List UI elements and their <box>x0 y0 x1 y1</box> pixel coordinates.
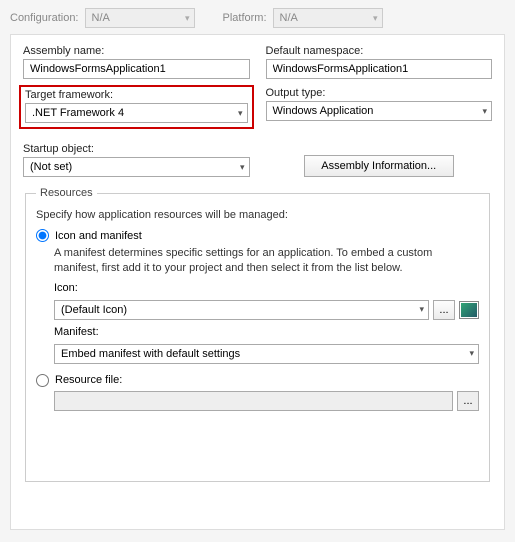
chevron-down-icon: ▾ <box>238 108 243 119</box>
resource-file-label: Resource file: <box>55 374 122 386</box>
platform-combo: N/A ▾ <box>273 8 383 28</box>
output-type-value: Windows Application <box>273 105 374 117</box>
configuration-value: N/A <box>92 12 110 24</box>
resource-file-input <box>54 391 453 411</box>
chevron-down-icon: ▾ <box>419 304 424 315</box>
resources-legend: Resources <box>36 187 97 199</box>
icon-label: Icon: <box>54 282 78 294</box>
default-namespace-input[interactable] <box>266 59 493 79</box>
chevron-down-icon: ▾ <box>373 13 378 24</box>
configuration-combo: N/A ▾ <box>85 8 195 28</box>
default-namespace-field: Default namespace: <box>266 45 493 79</box>
manifest-label: Manifest: <box>54 326 99 338</box>
output-type-field: Output type: Windows Application ▾ <box>266 87 493 135</box>
chevron-down-icon: ▾ <box>469 348 474 359</box>
resources-group: Resources Specify how application resour… <box>25 187 490 482</box>
output-type-combo[interactable]: Windows Application ▾ <box>266 101 493 121</box>
startup-object-label: Startup object: <box>23 143 250 155</box>
manifest-help-text: A manifest determines specific settings … <box>54 246 479 276</box>
output-type-label: Output type: <box>266 87 493 99</box>
target-framework-label: Target framework: <box>25 89 248 101</box>
configuration-label: Configuration: <box>10 12 79 24</box>
ellipsis-icon: ... <box>439 304 448 316</box>
chevron-down-icon: ▾ <box>482 106 487 117</box>
target-framework-value: .NET Framework 4 <box>32 107 124 119</box>
config-platform-bar: Configuration: N/A ▾ Platform: N/A ▾ <box>10 6 505 34</box>
startup-object-field: Startup object: (Not set) ▾ <box>23 143 250 177</box>
startup-object-combo[interactable]: (Not set) ▾ <box>23 157 250 177</box>
assembly-information-button[interactable]: Assembly Information... <box>304 155 454 177</box>
icon-and-manifest-label: Icon and manifest <box>55 230 142 242</box>
resources-description: Specify how application resources will b… <box>36 209 479 221</box>
icon-browse-button[interactable]: ... <box>433 300 455 320</box>
assembly-name-field: Assembly name: <box>23 45 250 79</box>
platform-label: Platform: <box>223 12 267 24</box>
resource-file-browse-button: ... <box>457 391 479 411</box>
assembly-name-input[interactable] <box>23 59 250 79</box>
manifest-combo[interactable]: Embed manifest with default settings ▾ <box>54 344 479 364</box>
chevron-down-icon: ▾ <box>185 13 190 24</box>
target-framework-field: Target framework: .NET Framework 4 ▾ <box>19 85 254 129</box>
ellipsis-icon: ... <box>463 395 472 407</box>
assembly-name-label: Assembly name: <box>23 45 250 57</box>
manifest-combo-value: Embed manifest with default settings <box>61 348 240 360</box>
assembly-information-label: Assembly Information... <box>321 160 436 172</box>
target-framework-combo[interactable]: .NET Framework 4 ▾ <box>25 103 248 123</box>
platform-value: N/A <box>280 12 298 24</box>
application-tab-body: Assembly name: Default namespace: Target… <box>10 34 505 530</box>
project-properties-application-panel: Configuration: N/A ▾ Platform: N/A ▾ Ass… <box>0 0 515 542</box>
chevron-down-icon: ▾ <box>240 162 245 173</box>
icon-and-manifest-radio[interactable] <box>36 229 49 242</box>
default-namespace-label: Default namespace: <box>266 45 493 57</box>
icon-combo-value: (Default Icon) <box>61 304 127 316</box>
resource-file-radio[interactable] <box>36 374 49 387</box>
icon-preview-swatch <box>459 301 479 319</box>
startup-object-value: (Not set) <box>30 161 72 173</box>
icon-combo[interactable]: (Default Icon) ▾ <box>54 300 429 320</box>
